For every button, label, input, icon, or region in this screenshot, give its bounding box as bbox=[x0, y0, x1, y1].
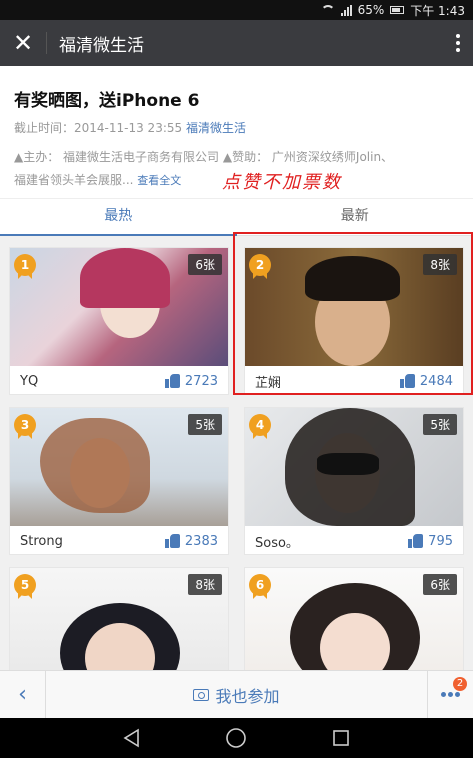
deadline-text: 截止时间：2014-11-13 23:55 bbox=[14, 121, 183, 135]
sponsors-line-1: ▲主办： 福建微生活电子商务有限公司 ▲赞助： 广州资深纹绣师Jolin、 bbox=[14, 150, 394, 164]
rank-badge-icon: 2 bbox=[249, 254, 271, 284]
photo-count: 5张 bbox=[188, 414, 222, 435]
like-count: 795 bbox=[428, 533, 453, 549]
rank-badge-icon: 3 bbox=[14, 414, 36, 444]
entry-card[interactable]: 6张 1 YQ 2723 bbox=[9, 247, 229, 395]
rank-number: 4 bbox=[249, 414, 271, 436]
rank-number: 3 bbox=[14, 414, 36, 436]
camera-icon bbox=[193, 688, 210, 701]
titlebar: ✕ 福清微生活 bbox=[0, 20, 473, 66]
thumbs-up-icon bbox=[408, 534, 424, 548]
join-label: 我也参加 bbox=[215, 686, 280, 706]
thumbs-up-icon bbox=[399, 374, 416, 388]
nav-home-icon[interactable] bbox=[225, 727, 247, 749]
like-button[interactable]: 795 bbox=[408, 534, 453, 549]
like-button[interactable]: 2484 bbox=[399, 373, 453, 389]
battery-icon bbox=[390, 6, 405, 14]
entry-card[interactable]: 5张 4 Soso。 795 bbox=[244, 407, 464, 555]
photo-count: 8张 bbox=[423, 254, 457, 275]
entry-caption: Strong 2383 bbox=[10, 526, 228, 556]
rank-number: 5 bbox=[14, 574, 36, 596]
thumbs-up-icon bbox=[164, 374, 181, 388]
back-button[interactable]: ‹ bbox=[0, 670, 46, 719]
entry-card[interactable]: 5张 3 Strong 2383 bbox=[9, 407, 229, 555]
chevron-left-icon: ‹ bbox=[18, 682, 27, 707]
status-bar: 65% 下午 1:43 bbox=[0, 0, 473, 20]
entry-name: 芷娴 bbox=[255, 375, 282, 391]
photo-count: 6张 bbox=[423, 574, 457, 595]
annotation-text: 点赞不加票数 bbox=[222, 172, 342, 193]
rank-badge-icon: 5 bbox=[14, 574, 36, 604]
wifi-icon bbox=[320, 5, 335, 15]
dots-icon bbox=[441, 692, 460, 697]
photo-count: 6张 bbox=[188, 254, 222, 275]
like-button[interactable]: 2383 bbox=[164, 533, 218, 549]
rank-badge-icon: 4 bbox=[249, 414, 271, 444]
photo-count: 5张 bbox=[423, 414, 457, 435]
read-more-link[interactable]: 查看全文 bbox=[137, 174, 181, 187]
notification-badge: 2 bbox=[453, 676, 467, 691]
event-meta: 截止时间：2014-11-13 23:55 福清微生活 bbox=[14, 119, 459, 136]
title-divider bbox=[46, 32, 47, 54]
more-options-button[interactable] bbox=[443, 20, 473, 66]
entry-card[interactable]: 8张 2 芷娴 2484 bbox=[244, 247, 464, 395]
nav-back-icon[interactable] bbox=[122, 728, 142, 748]
join-button[interactable]: 我也参加 bbox=[46, 683, 427, 707]
clock: 下午 1:43 bbox=[410, 3, 465, 18]
like-button[interactable]: 2723 bbox=[164, 373, 218, 389]
nav-recents-icon[interactable] bbox=[331, 728, 351, 748]
bottom-toolbar: ‹ 我也参加 2 bbox=[0, 670, 473, 719]
menu-button[interactable]: 2 bbox=[427, 670, 473, 719]
like-count: 2484 bbox=[419, 373, 453, 389]
rank-number: 1 bbox=[14, 254, 36, 276]
close-icon: ✕ bbox=[12, 29, 34, 57]
battery-percent: 65% bbox=[357, 3, 385, 17]
event-title: 有奖晒图，送iPhone 6 bbox=[14, 91, 200, 111]
like-count: 2723 bbox=[184, 373, 218, 389]
thumbs-up-icon bbox=[164, 534, 181, 548]
account-link[interactable]: 福清微生活 bbox=[186, 121, 246, 135]
rank-number: 2 bbox=[249, 254, 271, 276]
tab-newest[interactable]: 最新 bbox=[237, 199, 473, 235]
like-count: 2383 bbox=[184, 533, 218, 549]
entry-caption: 芷娴 2484 bbox=[245, 366, 463, 396]
rank-number: 6 bbox=[249, 574, 271, 596]
rank-badge-icon: 1 bbox=[14, 254, 36, 284]
tab-bar: 最热 最新 bbox=[0, 198, 473, 236]
close-button[interactable]: ✕ bbox=[0, 20, 46, 66]
sponsors-line-2: 福建省领头羊会展服... bbox=[14, 173, 134, 187]
system-navbar bbox=[0, 718, 473, 758]
tab-hottest[interactable]: 最热 bbox=[0, 199, 237, 236]
signal-icon bbox=[340, 4, 352, 16]
entry-name: Soso。 bbox=[255, 535, 299, 551]
entry-name: Strong bbox=[20, 533, 63, 549]
rank-badge-icon: 6 bbox=[249, 574, 271, 604]
entry-caption: YQ 2723 bbox=[10, 366, 228, 396]
entry-caption: Soso。 795 bbox=[245, 526, 463, 556]
entry-name: YQ bbox=[20, 373, 39, 389]
page-title: 福清微生活 bbox=[59, 35, 144, 56]
photo-count: 8张 bbox=[188, 574, 222, 595]
